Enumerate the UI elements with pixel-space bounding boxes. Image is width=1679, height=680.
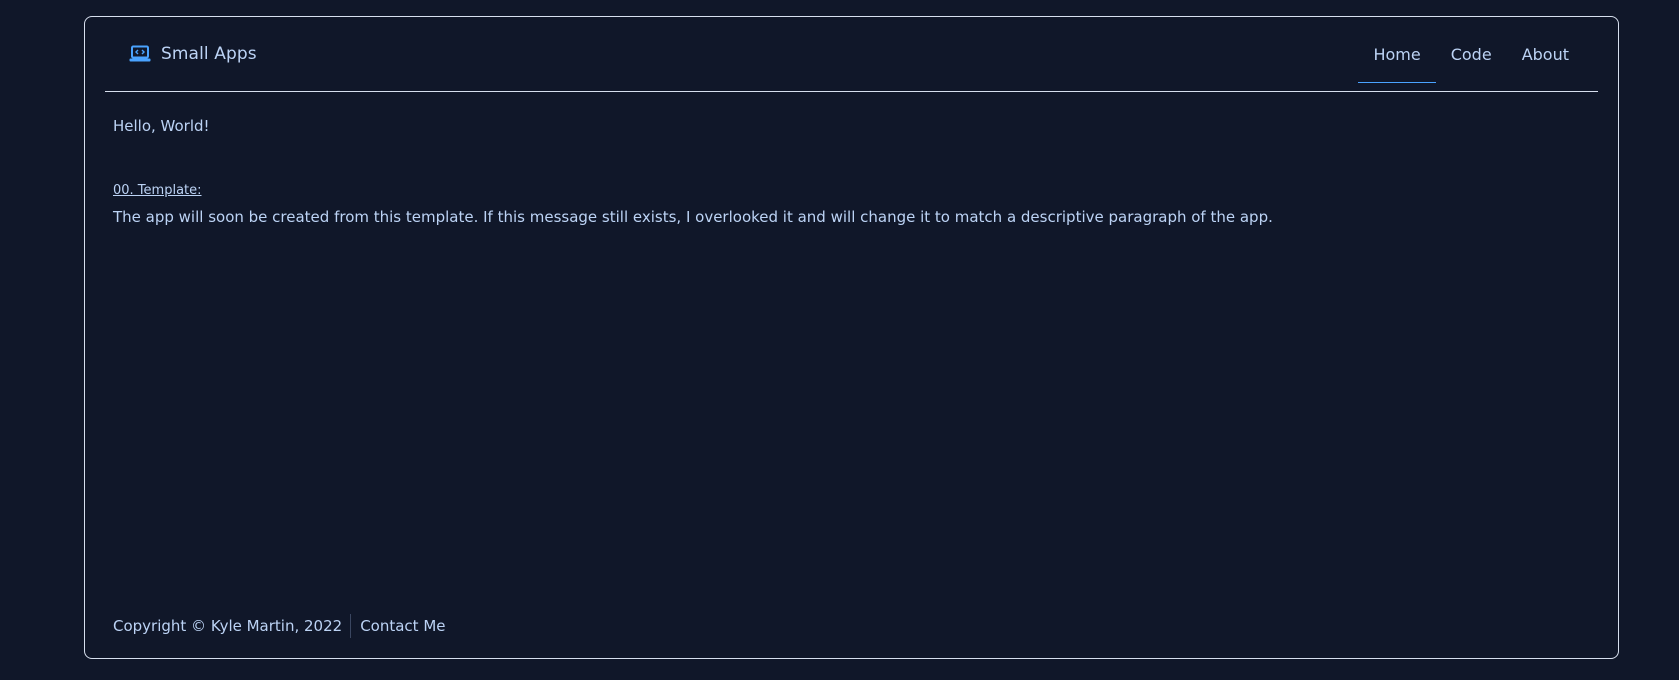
- copyright-text: Copyright © Kyle Martin, 2022: [113, 617, 343, 635]
- app-frame: Small Apps Home Code About Hello, World!…: [84, 16, 1619, 659]
- nav-code-link[interactable]: Code: [1436, 17, 1507, 91]
- nav-home-link[interactable]: Home: [1358, 17, 1436, 91]
- nav-about-link[interactable]: About: [1507, 17, 1584, 91]
- template-section-link[interactable]: 00. Template:: [113, 183, 202, 198]
- nav-links: Home Code About: [1358, 17, 1584, 91]
- footer: Copyright © Kyle Martin, 2022 Contact Me: [113, 614, 446, 638]
- contact-me-link[interactable]: Contact Me: [351, 617, 445, 635]
- app-description: The app will soon be created from this t…: [113, 208, 1273, 226]
- brand-name: Small Apps: [161, 44, 257, 64]
- main-content: Hello, World! 00. Template: The app will…: [113, 117, 1590, 226]
- navbar: Small Apps Home Code About: [105, 17, 1598, 92]
- laptop-code-icon: [129, 45, 151, 63]
- greeting-text: Hello, World!: [113, 117, 210, 135]
- brand-link[interactable]: Small Apps: [129, 44, 257, 64]
